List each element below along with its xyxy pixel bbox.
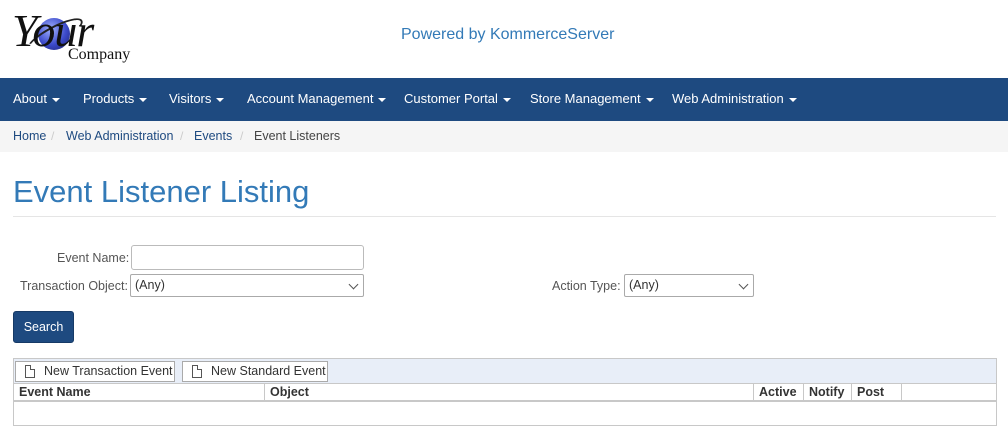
page-title: Event Listener Listing xyxy=(13,174,310,209)
nav-item-account-management[interactable]: Account Management xyxy=(247,78,387,121)
nav-item-label: Store Management xyxy=(530,91,641,106)
nav-item-label: Visitors xyxy=(169,91,212,106)
transaction-object-select[interactable]: (Any) xyxy=(130,274,364,297)
new-standard-event-label: New Standard Event xyxy=(211,364,326,378)
column-header-event-name[interactable]: Event Name xyxy=(14,384,265,402)
breadcrumb-separator: / xyxy=(51,129,55,143)
transaction-object-value: (Any) xyxy=(135,278,165,292)
nav-item-visitors[interactable]: Visitors xyxy=(169,78,225,121)
new-document-icon xyxy=(25,365,35,378)
nav-item-web-administration[interactable]: Web Administration xyxy=(672,78,797,121)
breadcrumb-home[interactable]: Home xyxy=(13,129,46,143)
caret-down-icon xyxy=(788,97,797,102)
column-header-notify[interactable]: Notify xyxy=(804,384,852,402)
nav-item-customer-portal[interactable]: Customer Portal xyxy=(404,78,511,121)
company-logo[interactable]: Your Company xyxy=(10,4,150,70)
breadcrumb: Home / Web Administration / Events / Eve… xyxy=(0,121,1008,152)
column-header-actions xyxy=(902,384,996,402)
nav-item-label: About xyxy=(13,91,47,106)
search-button[interactable]: Search xyxy=(13,311,74,343)
caret-down-icon xyxy=(51,97,60,102)
column-header-post[interactable]: Post xyxy=(852,384,902,402)
new-standard-event-button[interactable]: New Standard Event xyxy=(182,361,328,382)
event-name-input[interactable] xyxy=(131,245,364,270)
nav-item-about[interactable]: About xyxy=(13,78,60,121)
main-navbar: About Products Visitors Account Manageme… xyxy=(0,78,1008,121)
breadcrumb-events[interactable]: Events xyxy=(194,129,232,143)
column-header-active[interactable]: Active xyxy=(754,384,804,402)
nav-item-store-management[interactable]: Store Management xyxy=(530,78,654,121)
new-transaction-event-label: New Transaction Event xyxy=(44,364,173,378)
breadcrumb-event-listeners: Event Listeners xyxy=(254,129,341,143)
nav-item-label: Products xyxy=(83,91,135,106)
site-header: Your Company Powered by KommerceServer xyxy=(0,0,1008,78)
caret-down-icon xyxy=(216,97,225,102)
nav-item-label: Web Administration xyxy=(672,91,784,106)
breadcrumb-separator: / xyxy=(180,129,184,143)
caret-down-icon xyxy=(378,97,387,102)
powered-by-text: Powered by KommerceServer xyxy=(401,26,615,43)
transaction-object-label: Transaction Object: xyxy=(20,279,128,293)
caret-down-icon xyxy=(502,97,511,102)
chevron-down-icon xyxy=(348,279,359,290)
action-type-label: Action Type: xyxy=(552,279,621,293)
caret-down-icon xyxy=(645,97,654,102)
event-name-label: Event Name: xyxy=(57,251,130,265)
nav-item-label: Account Management xyxy=(247,91,374,106)
column-header-object[interactable]: Object xyxy=(265,384,754,402)
action-type-value: (Any) xyxy=(629,278,659,292)
caret-down-icon xyxy=(139,97,148,102)
event-listener-grid: New Transaction Event New Standard Event… xyxy=(13,358,997,426)
nav-item-label: Customer Portal xyxy=(404,91,498,106)
title-divider xyxy=(13,216,996,217)
logo-subtitle: Company xyxy=(68,46,131,63)
grid-header-row: Event Name Object Active Notify Post xyxy=(14,384,996,402)
action-type-select[interactable]: (Any) xyxy=(624,274,754,297)
breadcrumb-separator: / xyxy=(240,129,244,143)
breadcrumb-web-administration[interactable]: Web Administration xyxy=(66,129,173,143)
grid-toolbar: New Transaction Event New Standard Event xyxy=(14,359,996,384)
new-transaction-event-button[interactable]: New Transaction Event xyxy=(15,361,175,382)
chevron-down-icon xyxy=(738,279,749,290)
new-document-icon xyxy=(192,365,202,378)
nav-item-products[interactable]: Products xyxy=(83,78,148,121)
